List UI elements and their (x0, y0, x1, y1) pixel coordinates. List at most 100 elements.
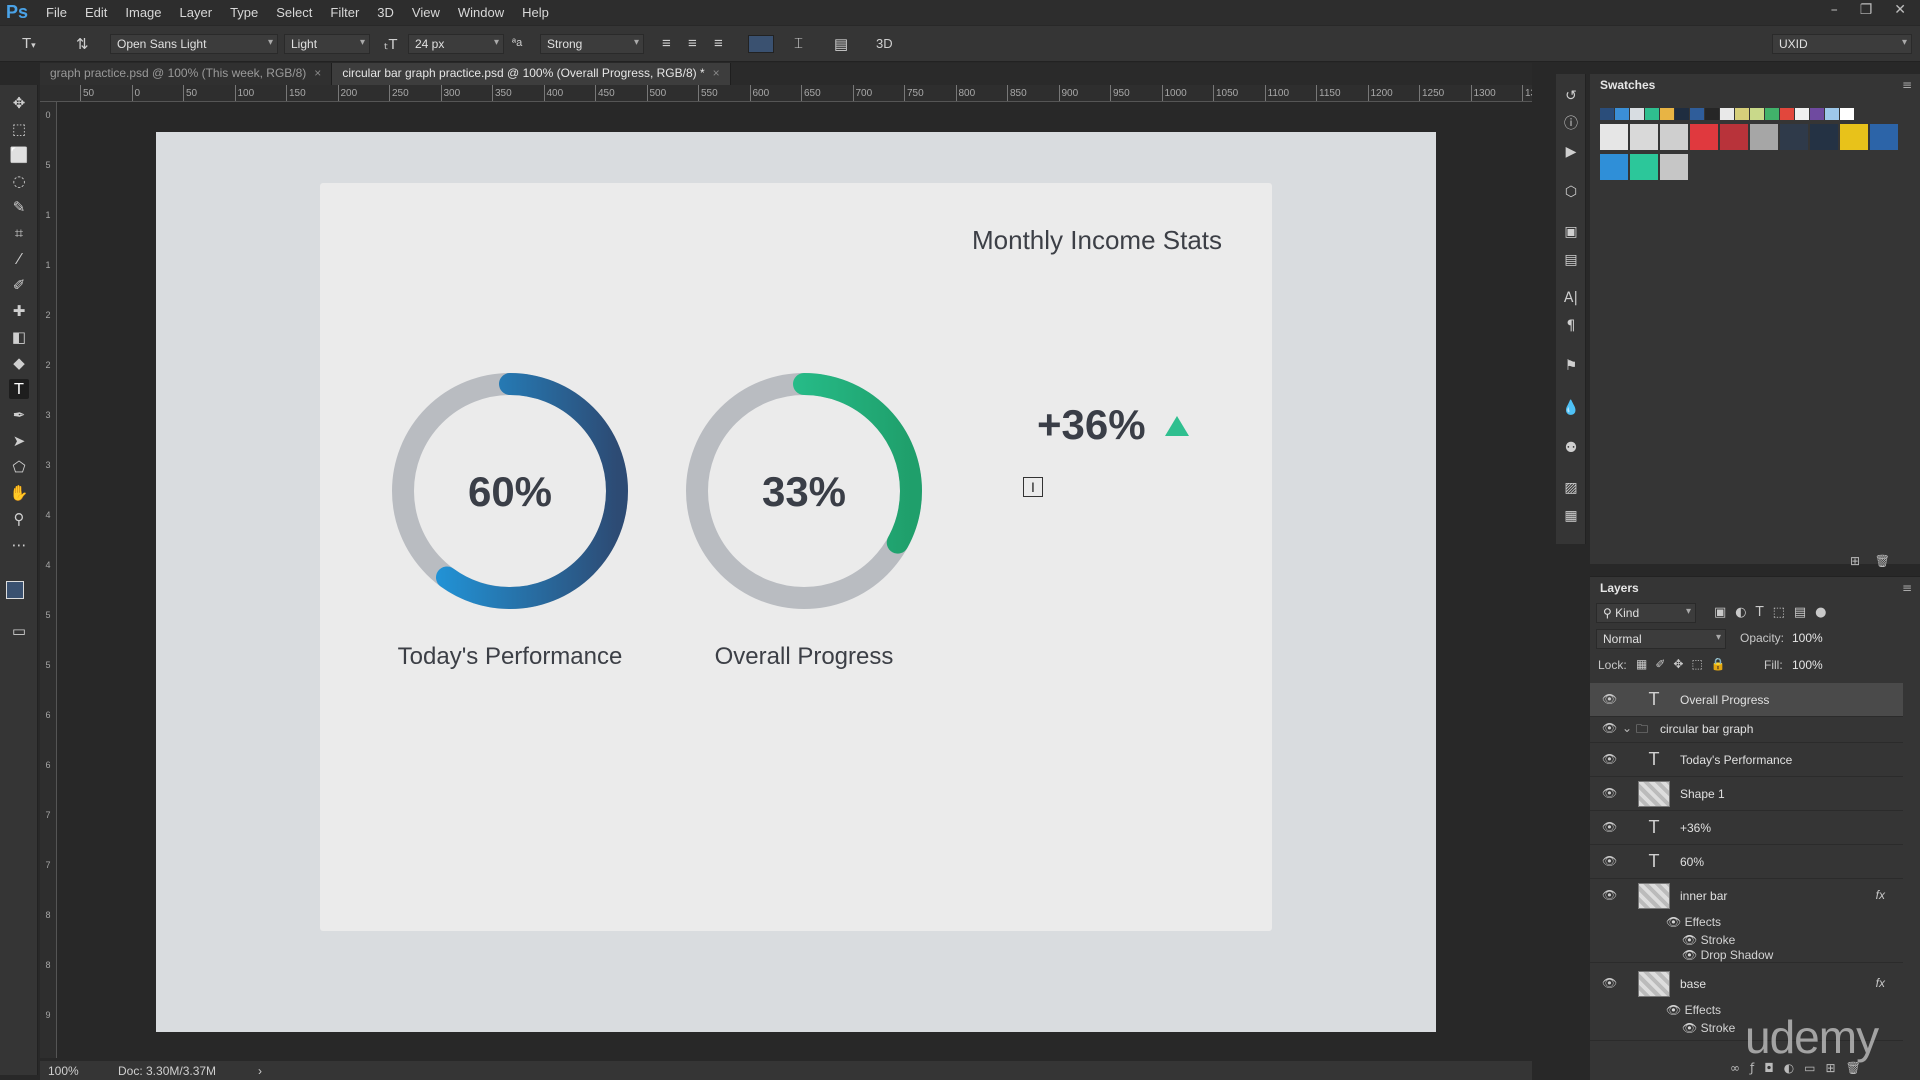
fx-icon[interactable]: fx (1876, 888, 1885, 902)
color-swatch[interactable] (1765, 108, 1779, 120)
close-window-button[interactable]: ✕ (1894, 2, 1906, 18)
close-icon[interactable]: × (713, 66, 720, 80)
vertical-ruler[interactable]: 0 5 1 1 2 2 3 3 4 4 5 5 6 6 7 7 8 8 9 (40, 102, 57, 1058)
new-swatch-icon[interactable]: ⊞ (1850, 554, 1860, 568)
layer-row[interactable]: 👁 T Today's Performance (1590, 743, 1903, 777)
layer-comps-icon[interactable]: ▨ (1561, 478, 1581, 498)
paint-bucket-tool-icon[interactable]: ◆ (9, 353, 29, 373)
color-swatch[interactable] (1675, 108, 1689, 120)
brush-tool-icon[interactable]: ✐ (9, 275, 29, 295)
toggle-orientation-icon[interactable]: ⇅ (76, 35, 89, 53)
color-swatch[interactable] (1750, 124, 1778, 150)
eye-icon[interactable]: 👁 (1602, 786, 1617, 800)
eye-icon[interactable]: 👁 (1602, 888, 1617, 902)
marquee-tool-icon[interactable]: ⬜ (9, 145, 29, 165)
color-swatch[interactable] (1600, 154, 1628, 180)
color-swatch[interactable] (1795, 108, 1809, 120)
blend-mode-select[interactable]: Normal ▾ (1596, 629, 1726, 649)
color-swatch[interactable] (1810, 108, 1824, 120)
history-icon[interactable]: ↺ (1561, 86, 1581, 106)
character-panel-icon[interactable]: ▤ (834, 35, 848, 53)
type-tool-icon[interactable]: T (9, 379, 29, 399)
more-tools-icon[interactable]: ⋯ (9, 535, 29, 555)
eye-icon[interactable]: 👁 (1682, 948, 1701, 962)
tab-graph-practice[interactable]: graph practice.psd @ 100% (This week, RG… (40, 63, 333, 85)
align-center-icon[interactable]: ≡ (688, 35, 697, 52)
effect-item[interactable]: 👁 Stroke (1682, 933, 1735, 947)
trash-icon[interactable]: 🗑 (1875, 554, 1890, 568)
color-swatch[interactable] (1630, 154, 1658, 180)
info-icon[interactable]: ⓘ (1561, 114, 1581, 134)
workspace-select[interactable]: UXID ▾ (1772, 34, 1912, 54)
effect-item[interactable]: 👁 Drop Shadow (1682, 948, 1773, 962)
layer-row[interactable]: 👁 inner bar fx 👁 Effects 👁 Stroke 👁 Drop… (1590, 879, 1903, 963)
menu-type[interactable]: Type (230, 5, 258, 20)
menu-view[interactable]: View (412, 5, 440, 20)
layer-row[interactable]: 👁 T +36% (1590, 811, 1903, 845)
antialias-select[interactable]: Strong ▾ (540, 34, 644, 54)
pen-tool-icon[interactable]: ✒ (9, 405, 29, 425)
text-color-swatch[interactable] (748, 35, 774, 53)
brush-preset-icon[interactable]: 💧 (1561, 398, 1581, 418)
filter-kind-select[interactable]: ⚲ Kind ▾ (1596, 603, 1696, 623)
3d-button[interactable]: 3D (876, 36, 893, 51)
color-swatch[interactable] (1870, 124, 1898, 150)
color-swatch[interactable] (1720, 108, 1734, 120)
eye-icon[interactable]: 👁 (1682, 933, 1701, 947)
eraser-tool-icon[interactable]: ◧ (9, 327, 29, 347)
color-swatch[interactable] (1645, 108, 1659, 120)
color-swatch[interactable] (1600, 124, 1628, 150)
layer-row[interactable]: 👁 T 60% (1590, 845, 1903, 879)
eye-icon[interactable]: 👁 (1602, 976, 1617, 990)
color-swatch[interactable] (1630, 124, 1658, 150)
eye-icon[interactable]: 👁 (1602, 752, 1617, 766)
color-swatch[interactable] (1660, 108, 1674, 120)
type-tool-icon[interactable]: T▾ (22, 35, 36, 52)
eye-icon[interactable]: 👁 (1602, 820, 1617, 834)
menu-edit[interactable]: Edit (85, 5, 107, 20)
color-swatch[interactable] (1630, 108, 1644, 120)
fill-value[interactable]: 100% (1792, 658, 1823, 672)
layer-group-row[interactable]: 👁 ⌄ 🗀 circular bar graph (1590, 715, 1903, 743)
flag-icon[interactable]: ⚑ (1561, 356, 1581, 376)
eye-icon[interactable]: 👁 (1666, 1003, 1685, 1017)
tab-circular-bar-graph[interactable]: circular bar graph practice.psd @ 100% (… (332, 63, 731, 85)
paragraph-icon[interactable]: ¶ (1561, 316, 1581, 336)
color-swatch[interactable] (1735, 108, 1749, 120)
align-right-icon[interactable]: ≡ (714, 35, 723, 52)
artboard-tool-icon[interactable]: ⬚ (9, 119, 29, 139)
opacity-value[interactable]: 100% (1792, 631, 1823, 645)
3d-panel-icon[interactable]: ⬡ (1561, 182, 1581, 202)
libraries-icon[interactable]: ▣ (1561, 222, 1581, 242)
menu-layer[interactable]: Layer (180, 5, 213, 20)
horizontal-ruler[interactable]: 50 0 50 100 150 200 250 300 350 400 450 500 550 600 65… (40, 85, 1532, 102)
menu-image[interactable]: Image (125, 5, 161, 20)
move-tool-icon[interactable]: ✥ (9, 93, 29, 113)
color-swatch[interactable] (1840, 124, 1868, 150)
layer-filter-icons[interactable]: ▣◐T⬚▤● (1714, 605, 1835, 620)
zoom-level[interactable]: 100% (48, 1064, 118, 1078)
shape-tool-icon[interactable]: ⬠ (9, 457, 29, 477)
warp-text-icon[interactable]: ⌶ (794, 35, 803, 52)
menu-window[interactable]: Window (458, 5, 504, 20)
status-arrow-icon[interactable]: › (258, 1064, 262, 1078)
panel-menu-icon[interactable]: ≡ (1902, 78, 1912, 92)
font-size-select[interactable]: 24 px ▾ (408, 34, 504, 54)
path-select-tool-icon[interactable]: ➤ (9, 431, 29, 451)
eye-icon[interactable]: 👁 (1602, 721, 1617, 735)
menu-3d[interactable]: 3D (377, 5, 394, 20)
properties-icon[interactable]: ▤ (1561, 250, 1581, 270)
menu-select[interactable]: Select (276, 5, 312, 20)
panel-menu-icon[interactable]: ≡ (1902, 581, 1912, 595)
eye-icon[interactable]: 👁 (1602, 692, 1617, 706)
effect-item[interactable]: 👁 Stroke (1682, 1021, 1735, 1035)
menu-file[interactable]: File (46, 5, 67, 20)
eye-icon[interactable]: 👁 (1666, 915, 1685, 929)
actions-play-icon[interactable]: ▶ (1561, 142, 1581, 162)
align-left-icon[interactable]: ≡ (662, 35, 671, 52)
lasso-tool-icon[interactable]: ◌ (9, 171, 29, 191)
color-swatch[interactable] (1840, 108, 1854, 120)
color-swatch[interactable] (1780, 108, 1794, 120)
color-swatch[interactable] (1705, 108, 1719, 120)
crop-tool-icon[interactable]: ⌗ (9, 223, 29, 243)
